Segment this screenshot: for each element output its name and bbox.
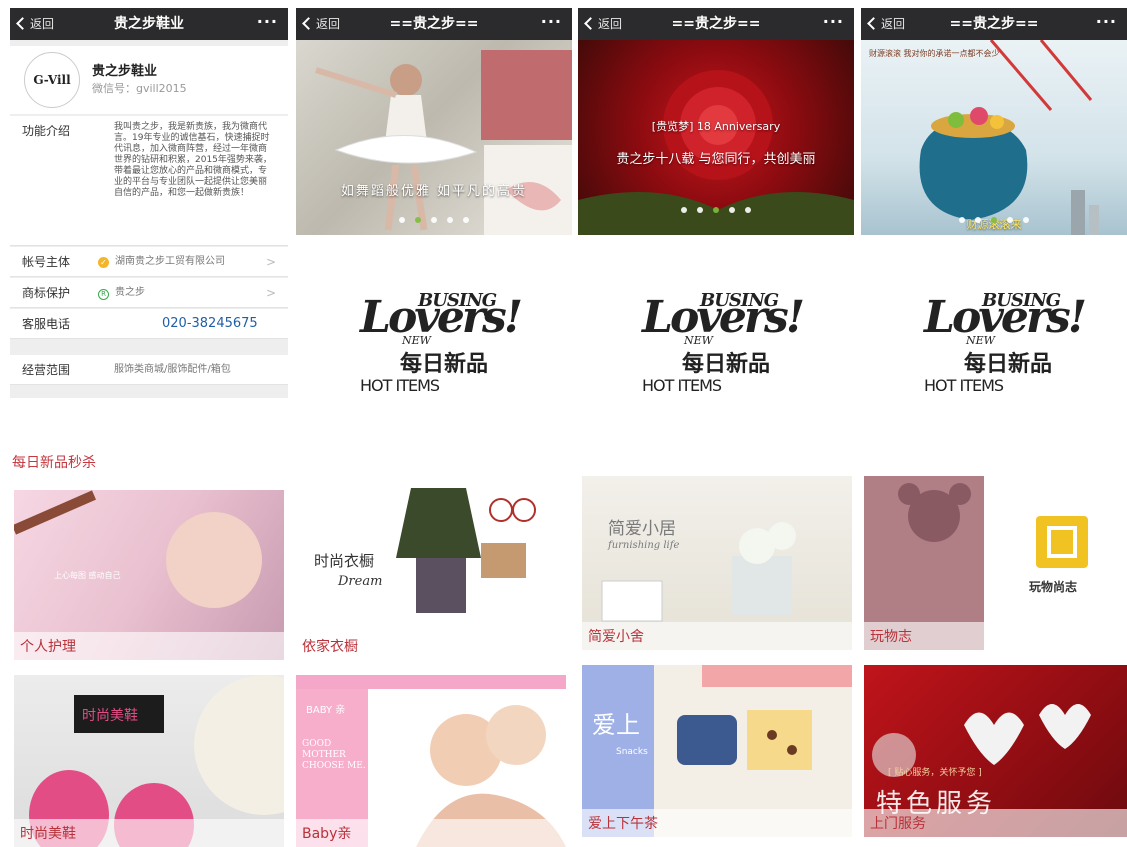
section-title: 每日新品秒杀 <box>12 455 96 471</box>
fortune-banner[interactable]: 财源滚滚 我对你的承诺一点都不会少 财源滚滚来 <box>861 40 1127 235</box>
nav-title: 贵之步鞋业 <box>114 16 184 32</box>
carousel-dots <box>861 208 1127 227</box>
screen4-navbar: 返回 ==贵之步== ··· <box>861 8 1127 40</box>
money-bag-image <box>919 40 1099 235</box>
wechat-id: 微信号：gvill2015 <box>92 82 187 95</box>
more-menu-button[interactable]: ··· <box>541 8 562 36</box>
brand-logo: G-Vill <box>24 52 80 108</box>
category-tile-wardrobe[interactable]: 时尚衣橱 Dream 依家衣橱 <box>296 478 566 660</box>
tile-caption: Baby亲 <box>302 826 352 842</box>
more-menu-button[interactable]: ··· <box>257 8 278 36</box>
carousel-dots <box>578 198 854 217</box>
chevron-right-icon: > <box>265 286 276 300</box>
category-tile-home-service[interactable]: [ 贴心服务，关怀予您 ] 特色服务 上门服务 <box>864 665 1127 837</box>
ballet-banner[interactable]: 如舞蹈般优雅 如平凡的高贵 <box>296 40 572 235</box>
banner-subtitle: 财源滚滚 我对你的承诺一点都不会少 <box>869 49 1000 58</box>
tile-caption: 玩物志 <box>870 629 912 645</box>
ballet-dancer-image <box>315 50 572 235</box>
category-tile-toys[interactable]: 玩物尚志 玩物志 <box>864 476 1127 650</box>
category-tile-home[interactable]: 简爱小居 furnishing life 简爱小舍 <box>582 476 852 650</box>
banner-caption: 贵之步十八载 与您同行，共创美丽 <box>616 152 816 167</box>
verified-icon: ✓ <box>98 257 109 268</box>
carousel-dots <box>296 208 572 227</box>
account-name: 贵之步鞋业 <box>92 64 158 79</box>
trademark-row[interactable]: 商标保护 R 贵之步 > <box>10 278 288 308</box>
banner-subtitle: [贵览梦] 18 Anniversary <box>651 120 781 133</box>
business-scope-row: 经营范围 服饰类商城/服饰配件/箱包 <box>10 355 288 385</box>
chevron-right-icon: > <box>265 255 276 269</box>
feature-intro: 功能介绍 我叫贵之步，我是新贵族，我为微商代言。19年专业的诚信基石，快速捕捉时… <box>10 116 288 246</box>
tile-caption: 简爱小舍 <box>588 629 644 645</box>
profile-navbar: 返回 贵之步鞋业 ··· <box>10 8 288 40</box>
hot-items-logo: BUSING Lovers! NEW 每日新品 HOT ITEMS <box>924 290 1087 395</box>
tile-caption: 上门服务 <box>870 816 926 832</box>
screen2-navbar: 返回 ==贵之步== ··· <box>296 8 572 40</box>
account-profile-panel: G-Vill 贵之步鞋业 微信号：gvill2015 功能介绍 我叫贵之步，我是… <box>10 40 288 398</box>
intro-text: 我叫贵之步，我是新贵族，我为微商代言。19年专业的诚信基石，快速捕捉时代讯息，加… <box>114 122 272 198</box>
hot-items-logo: BUSING Lovers! NEW 每日新品 HOT ITEMS <box>642 290 805 395</box>
registered-trademark-icon: R <box>98 289 109 300</box>
profile-header: G-Vill 贵之步鞋业 微信号：gvill2015 <box>10 46 288 114</box>
tile-caption: 依家衣橱 <box>302 639 358 655</box>
tile-caption: 爱上下午茶 <box>588 816 658 832</box>
tile-caption: 个人护理 <box>20 639 76 655</box>
phone-link[interactable]: 020-38245675 <box>162 309 258 339</box>
intro-label: 功能介绍 <box>22 124 71 138</box>
more-menu-button[interactable]: ··· <box>823 8 844 36</box>
category-tile-baby[interactable]: BABY 亲 GOOD MOTHER CHOOSE ME. Baby亲 <box>296 675 566 847</box>
banner-caption: 如舞蹈般优雅 如平凡的高贵 <box>340 184 528 199</box>
category-tile-personal-care[interactable]: 上心每图 感动自己 个人护理 <box>14 490 284 660</box>
customer-service-row[interactable]: 客服电话 020-38245675 <box>10 309 288 339</box>
screen3-navbar: 返回 ==贵之步== ··· <box>578 8 854 40</box>
category-tile-shoes[interactable]: 时尚美鞋 时尚美鞋 <box>14 675 284 847</box>
tile-caption: 时尚美鞋 <box>20 826 76 842</box>
category-tile-afternoon-tea[interactable]: 爱上 Snacks 爱上下午茶 <box>582 665 852 837</box>
hot-items-logo: BUSING Lovers! NEW 每日新品 HOT ITEMS <box>360 290 523 395</box>
more-menu-button[interactable]: ··· <box>1096 8 1117 36</box>
account-entity-row[interactable]: 帐号主体 ✓ 湖南贵之步工贸有限公司 > <box>10 247 288 277</box>
anniversary-banner[interactable]: [贵览梦] 18 Anniversary 贵之步十八载 与您同行，共创美丽 <box>578 40 854 235</box>
